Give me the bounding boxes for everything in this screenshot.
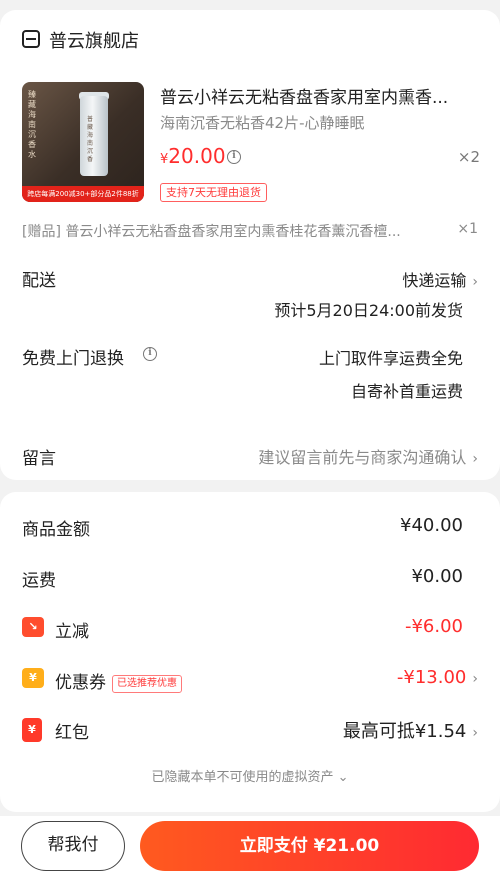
red-packet-label: 红包: [55, 723, 89, 743]
goods-amount-value: ¥40.00: [400, 515, 463, 536]
delivery-method[interactable]: 快递运输 ›: [402, 267, 478, 291]
return-self-ship-text: 自寄补首重运费: [350, 382, 463, 401]
price-info-icon[interactable]: i: [227, 150, 241, 164]
chevron-right-icon: ›: [472, 451, 478, 467]
product-image-tube-text: 普藏海南沉香: [87, 116, 94, 163]
red-packet-value[interactable]: 最高可抵¥1.54 ›: [343, 717, 478, 743]
goods-amount-label: 商品金额: [22, 520, 90, 540]
product-quantity: ×2: [457, 148, 480, 166]
shipping-label: 运费: [22, 571, 56, 591]
gift-item: [赠品] 普云小祥云无粘香盘香家用室内熏香桂花香薰沉香檀...: [22, 224, 401, 240]
chevron-right-icon: ›: [472, 725, 478, 741]
instant-discount-label: 立减: [55, 622, 89, 642]
coupon-label: 优惠券: [55, 673, 106, 693]
refund-policy-badge: 支持7天无理由退货: [160, 183, 267, 202]
hidden-assets-text: 已隐藏本单不可使用的虚拟资产: [151, 770, 334, 785]
product-image-vertical-text: 臻藏海南沉香水: [28, 90, 36, 159]
coupon-value[interactable]: -¥13.00 ›: [397, 667, 478, 688]
delivery-label: 配送: [22, 271, 56, 291]
shipping-value: ¥0.00: [411, 566, 463, 587]
coupon-icon: ¥: [22, 668, 44, 688]
chevron-down-icon: ⌄: [333, 770, 349, 785]
message-placeholder: 建议留言前先与商家沟通确认: [258, 448, 467, 467]
coupon-value-text: -¥13.00: [396, 667, 467, 688]
product-price: ¥20.00: [160, 144, 226, 168]
chevron-right-icon: ›: [472, 274, 478, 290]
discount-arrow-icon: ↘: [22, 617, 44, 637]
product-title[interactable]: 普云小祥云无粘香盘香家用室内熏香...: [160, 83, 482, 108]
product-image[interactable]: 臻藏海南沉香水 普藏海南沉香 跨店每满200减30+部分品2件88折: [22, 82, 144, 202]
price-summary-card: [0, 492, 500, 812]
message-input[interactable]: 建议留言前先与商家沟通确认 ›: [258, 444, 478, 468]
gift-quantity: ×1: [457, 221, 478, 237]
coupon-recommended-badge: 已选推荐优惠: [112, 675, 182, 693]
red-packet-icon: ¥: [22, 718, 42, 742]
order-item-card: [0, 10, 500, 480]
product-spec[interactable]: 海南沉香无粘香42片-心静睡眠: [160, 112, 365, 133]
return-info-icon[interactable]: i: [143, 347, 157, 361]
pay-now-button[interactable]: 立即支付 ¥21.00: [140, 821, 479, 871]
red-packet-value-text: 最高可抵¥1.54: [342, 721, 467, 742]
hidden-assets-toggle[interactable]: 已隐藏本单不可使用的虚拟资产 ⌄: [0, 766, 500, 785]
chevron-right-icon: ›: [472, 671, 478, 687]
store-icon: [22, 30, 40, 48]
return-pickup-text: 上门取件享运费全免: [318, 349, 463, 368]
message-label: 留言: [22, 449, 56, 469]
product-image-promo: 跨店每满200减30+部分品2件88折: [22, 186, 144, 202]
coupon-row[interactable]: 优惠券 已选推荐优惠: [55, 668, 182, 693]
price-value: 20.00: [168, 144, 226, 168]
delivery-method-text: 快递运输: [402, 271, 467, 290]
store-name[interactable]: 普云旗舰店: [49, 27, 139, 53]
instant-discount-value: -¥6.00: [404, 616, 463, 637]
return-service-label: 免费上门退换: [22, 349, 124, 369]
help-me-pay-button[interactable]: 帮我付: [21, 821, 125, 871]
delivery-eta: 预计5月20日24:00前发货: [274, 301, 463, 320]
